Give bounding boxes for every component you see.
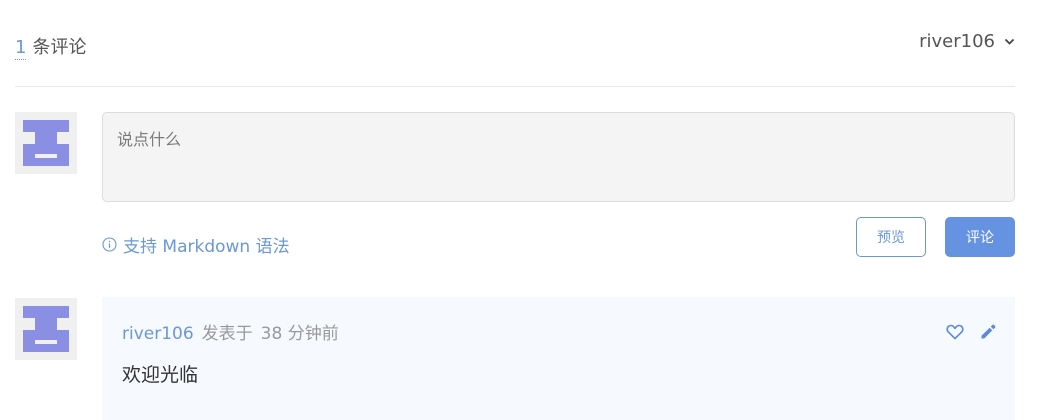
preview-button[interactable]: 预览 — [856, 217, 926, 257]
comment-count-label: 条评论 — [32, 37, 87, 58]
comment-input[interactable] — [103, 113, 1014, 201]
markdown-hint-label: 支持 Markdown 语法 — [123, 237, 290, 257]
identicon-avatar — [23, 306, 69, 352]
comment-meta: river106 发表于 38 分钟前 — [122, 319, 339, 344]
pencil-icon — [981, 324, 996, 339]
comment-editor — [102, 112, 1015, 202]
chevron-down-icon — [1004, 38, 1015, 45]
edit-button[interactable] — [980, 323, 997, 340]
header-divider — [15, 86, 1015, 87]
like-button[interactable] — [946, 324, 964, 340]
markdown-hint[interactable]: 支持 Markdown 语法 — [102, 232, 290, 257]
comment-count-number: 1 — [15, 37, 27, 60]
comment-actions — [946, 323, 997, 340]
identicon-avatar — [23, 120, 69, 166]
comment-section: 1条评论 river106 支持 Markdown 语法 — [0, 0, 1045, 420]
info-circle-icon — [102, 237, 117, 252]
submit-comment-button[interactable]: 评论 — [945, 217, 1015, 257]
heart-outline-icon — [946, 324, 964, 339]
comment-author-avatar — [15, 298, 77, 360]
comment-time: 38 分钟前 — [260, 324, 339, 344]
comment-posted-label: 发表于 — [201, 324, 253, 344]
avatar — [15, 112, 77, 174]
comment-item: river106 发表于 38 分钟前 欢迎光临 — [102, 297, 1015, 420]
comment-body: 欢迎光临 — [122, 364, 199, 386]
comment-author[interactable]: river106 — [122, 324, 194, 344]
username-label: river106 — [919, 31, 995, 52]
user-menu[interactable]: river106 — [919, 31, 1015, 52]
comment-count: 1 条评论 — [15, 33, 87, 60]
comments-header: 1 条评论 river106 — [15, 30, 1015, 62]
